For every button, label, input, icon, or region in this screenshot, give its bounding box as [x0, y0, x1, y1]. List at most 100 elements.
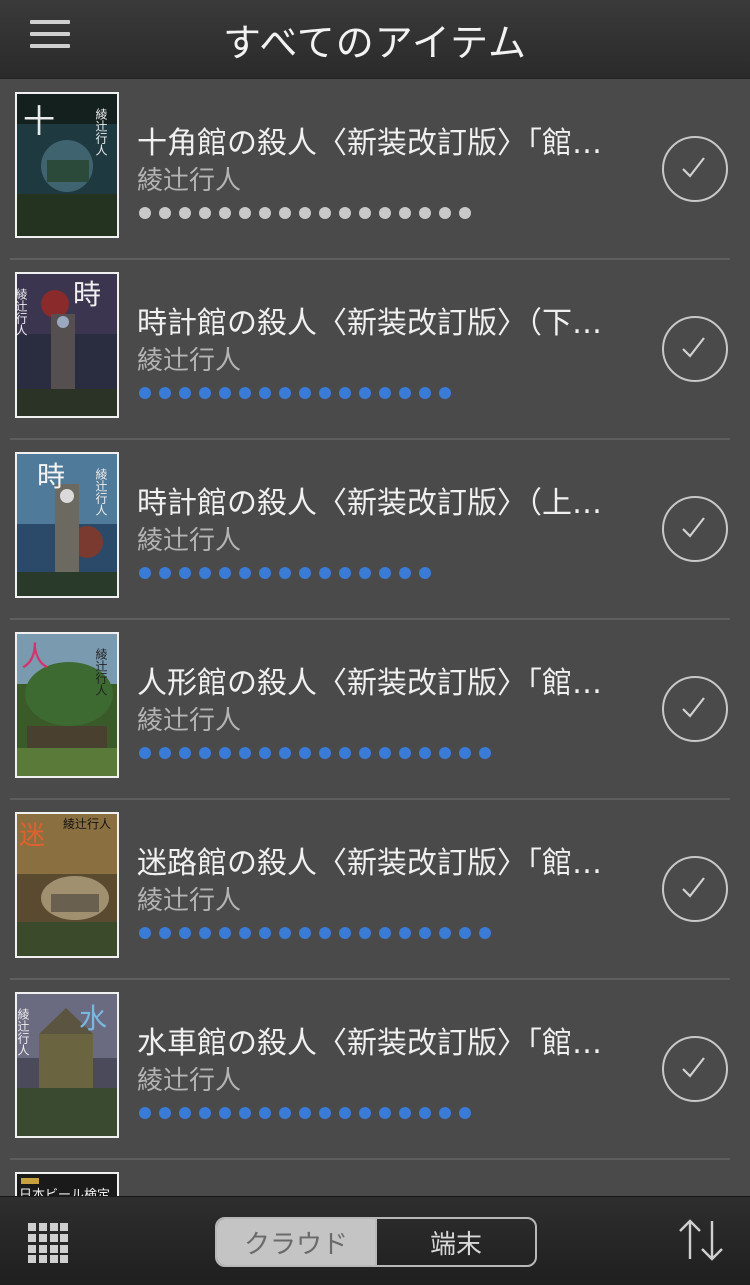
book-author: 綾辻行人 — [137, 526, 242, 556]
progress-dot — [459, 1107, 471, 1119]
progress-dot — [199, 567, 211, 579]
list-item[interactable]: 時 綾辻行人 時計館の殺人〈新装改訂版〉（下… 綾辻行人 — [10, 258, 730, 440]
list-item[interactable]: 十 綾辻行人 十角館の殺人〈新装改訂版〉「館… 綾辻行人 — [10, 78, 730, 260]
progress-dot — [279, 1107, 291, 1119]
progress-dot — [319, 927, 331, 939]
list-item[interactable]: 日本ビール検定 — [10, 1158, 730, 1196]
progress-dot — [339, 207, 351, 219]
progress-dot — [399, 207, 411, 219]
book-cover[interactable]: 時 綾辻行人 — [15, 452, 119, 598]
progress-dot — [159, 1107, 171, 1119]
progress-dot — [419, 747, 431, 759]
progress-dot — [179, 747, 191, 759]
progress-dot — [279, 207, 291, 219]
book-cover[interactable]: 水 綾辻行人 — [15, 992, 119, 1138]
progress-dot — [399, 747, 411, 759]
progress-dot — [179, 567, 191, 579]
progress-dot — [219, 387, 231, 399]
list-item[interactable]: 時 綾辻行人 時計館の殺人〈新装改訂版〉（上… 綾辻行人 — [10, 438, 730, 620]
reading-progress-dots — [138, 386, 458, 400]
progress-dot — [439, 1107, 451, 1119]
list-item[interactable]: 水 綾辻行人 水車館の殺人〈新装改訂版〉「館… 綾辻行人 — [10, 978, 730, 1160]
device-tab[interactable]: 端末 — [375, 1219, 535, 1265]
progress-dot — [259, 207, 271, 219]
book-cover[interactable]: 時 綾辻行人 — [15, 272, 119, 418]
progress-dot — [299, 927, 311, 939]
book-author: 綾辻行人 — [137, 346, 242, 376]
progress-dot — [399, 567, 411, 579]
progress-dot — [199, 207, 211, 219]
check-icon[interactable] — [662, 136, 728, 202]
check-icon[interactable] — [662, 1036, 728, 1102]
book-cover[interactable]: 日本ビール検定 — [15, 1172, 119, 1196]
progress-dot — [399, 387, 411, 399]
book-title: 十角館の殺人〈新装改訂版〉「館… — [137, 126, 602, 161]
list-item[interactable]: 人 綾辻行人 人形館の殺人〈新装改訂版〉「館… 綾辻行人 — [10, 618, 730, 800]
svg-text:綾辻行人: 綾辻行人 — [17, 287, 28, 336]
check-icon[interactable] — [662, 676, 728, 742]
book-list[interactable]: 十 綾辻行人 十角館の殺人〈新装改訂版〉「館… 綾辻行人 時 綾辻行人 時計館の… — [0, 78, 750, 1196]
progress-dot — [199, 387, 211, 399]
book-title: 時計館の殺人〈新装改訂版〉（下… — [137, 306, 602, 341]
top-bar: すべてのアイテム — [0, 0, 750, 79]
page-title: すべてのアイテム — [222, 21, 528, 65]
list-item[interactable]: 迷 綾辻行人 迷路館の殺人〈新装改訂版〉「館… 綾辻行人 — [10, 798, 730, 980]
progress-dot — [379, 927, 391, 939]
svg-text:綾辻行人: 綾辻行人 — [94, 467, 108, 516]
bottom-bar: クラウド 端末 — [0, 1196, 750, 1285]
grid-view-icon[interactable] — [28, 1223, 68, 1263]
progress-dot — [379, 567, 391, 579]
progress-dot — [359, 747, 371, 759]
svg-text:綾辻行人: 綾辻行人 — [17, 1007, 30, 1056]
progress-dot — [219, 207, 231, 219]
reading-progress-dots — [138, 566, 438, 580]
progress-dot — [239, 747, 251, 759]
progress-dot — [159, 567, 171, 579]
progress-dot — [159, 207, 171, 219]
check-icon[interactable] — [662, 496, 728, 562]
progress-dot — [439, 927, 451, 939]
cloud-device-toggle[interactable]: クラウド 端末 — [215, 1217, 537, 1267]
book-title: 水車館の殺人〈新装改訂版〉「館… — [137, 1026, 602, 1061]
progress-dot — [159, 387, 171, 399]
progress-dot — [339, 1107, 351, 1119]
reading-progress-dots — [138, 926, 498, 940]
check-icon[interactable] — [662, 856, 728, 922]
book-title: 迷路館の殺人〈新装改訂版〉「館… — [137, 846, 602, 881]
reading-progress-dots — [138, 746, 498, 760]
progress-dot — [379, 207, 391, 219]
progress-dot — [259, 747, 271, 759]
cloud-tab[interactable]: クラウド — [217, 1219, 375, 1265]
svg-text:綾辻行人: 綾辻行人 — [94, 107, 108, 156]
progress-dot — [239, 1107, 251, 1119]
progress-dot — [259, 387, 271, 399]
progress-dot — [399, 927, 411, 939]
book-author: 綾辻行人 — [137, 1066, 242, 1096]
progress-dot — [179, 927, 191, 939]
progress-dot — [359, 1107, 371, 1119]
progress-dot — [379, 387, 391, 399]
progress-dot — [139, 747, 151, 759]
progress-dot — [179, 387, 191, 399]
check-icon[interactable] — [662, 316, 728, 382]
book-title: 時計館の殺人〈新装改訂版〉（上… — [137, 486, 602, 521]
progress-dot — [139, 927, 151, 939]
progress-dot — [359, 927, 371, 939]
progress-dot — [239, 387, 251, 399]
progress-dot — [239, 567, 251, 579]
partial-cover-text: 日本ビール検定 — [19, 1188, 111, 1196]
book-cover[interactable]: 十 綾辻行人 — [15, 92, 119, 238]
progress-dot — [399, 1107, 411, 1119]
book-cover[interactable]: 迷 綾辻行人 — [15, 812, 119, 958]
progress-dot — [459, 747, 471, 759]
sort-icon[interactable] — [676, 1217, 726, 1263]
progress-dot — [459, 207, 471, 219]
progress-dot — [419, 387, 431, 399]
progress-dot — [159, 927, 171, 939]
progress-dot — [479, 927, 491, 939]
book-cover[interactable]: 人 綾辻行人 — [15, 632, 119, 778]
progress-dot — [279, 927, 291, 939]
progress-dot — [279, 567, 291, 579]
progress-dot — [319, 747, 331, 759]
progress-dot — [419, 207, 431, 219]
